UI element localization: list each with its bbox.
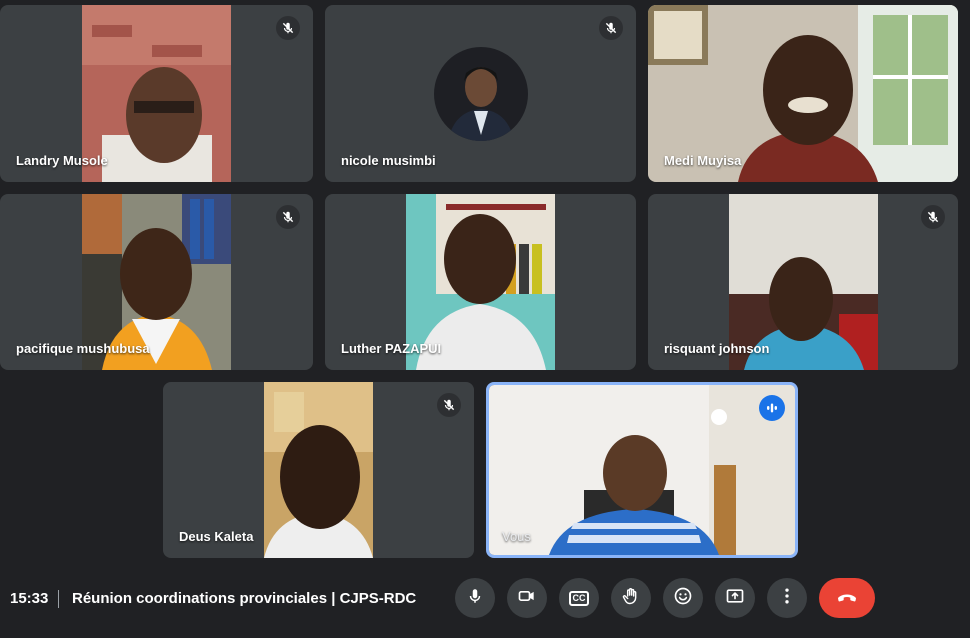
participant-name: Deus Kaleta bbox=[179, 529, 254, 544]
participant-video bbox=[264, 382, 373, 558]
meeting-title: Réunion coordinations provinciales | CJP… bbox=[72, 590, 417, 607]
captions-button[interactable]: CC bbox=[559, 578, 599, 618]
raise-hand-icon bbox=[621, 586, 641, 611]
participant-tile[interactable]: Deus Kaleta bbox=[163, 382, 474, 558]
captions-icon: CC bbox=[569, 590, 589, 606]
participant-tile[interactable]: nicole musimbi bbox=[325, 5, 636, 182]
present-screen-icon bbox=[725, 586, 745, 611]
mic-off-icon bbox=[276, 16, 300, 40]
self-video bbox=[489, 385, 795, 555]
avatar bbox=[433, 47, 528, 141]
participant-name: pacifique mushubusa bbox=[16, 341, 150, 356]
participant-tile[interactable]: Medi Muyisa bbox=[648, 5, 958, 182]
meeting-clock: 15:33 bbox=[10, 590, 49, 607]
emoji-reactions-button[interactable] bbox=[663, 578, 703, 618]
mic-icon bbox=[466, 587, 484, 610]
emoji-icon bbox=[673, 586, 693, 611]
divider bbox=[58, 590, 59, 608]
participant-name: Landry Musole bbox=[16, 153, 108, 168]
participant-name: Medi Muyisa bbox=[664, 153, 742, 168]
participant-tile[interactable]: Landry Musole bbox=[0, 5, 313, 182]
present-screen-button[interactable] bbox=[715, 578, 755, 618]
participant-name: Luther PAZAPUI bbox=[341, 341, 442, 356]
camera-icon bbox=[517, 586, 537, 611]
more-options-button[interactable] bbox=[767, 578, 807, 618]
mic-off-icon bbox=[437, 393, 461, 417]
participant-name: Vous bbox=[502, 529, 531, 544]
participant-tile[interactable]: risquant johnson bbox=[648, 194, 958, 370]
hang-up-button[interactable] bbox=[819, 578, 875, 618]
raise-hand-button[interactable] bbox=[611, 578, 651, 618]
hang-up-icon bbox=[835, 584, 859, 613]
mic-off-icon bbox=[921, 205, 945, 229]
meeting-toolbar: 15:33 Réunion coordinations provinciales… bbox=[0, 570, 970, 630]
camera-button[interactable] bbox=[507, 578, 547, 618]
participant-tile[interactable]: Luther PAZAPUI bbox=[325, 194, 636, 370]
mic-off-icon bbox=[276, 205, 300, 229]
mic-off-icon bbox=[599, 16, 623, 40]
mic-button[interactable] bbox=[455, 578, 495, 618]
participant-name: risquant johnson bbox=[664, 341, 770, 356]
more-options-icon bbox=[777, 586, 797, 611]
participant-tile[interactable]: pacifique mushubusa bbox=[0, 194, 313, 370]
participant-name: nicole musimbi bbox=[341, 153, 436, 168]
speaking-indicator-icon bbox=[759, 395, 785, 421]
self-view-tile[interactable]: Vous bbox=[486, 382, 798, 558]
